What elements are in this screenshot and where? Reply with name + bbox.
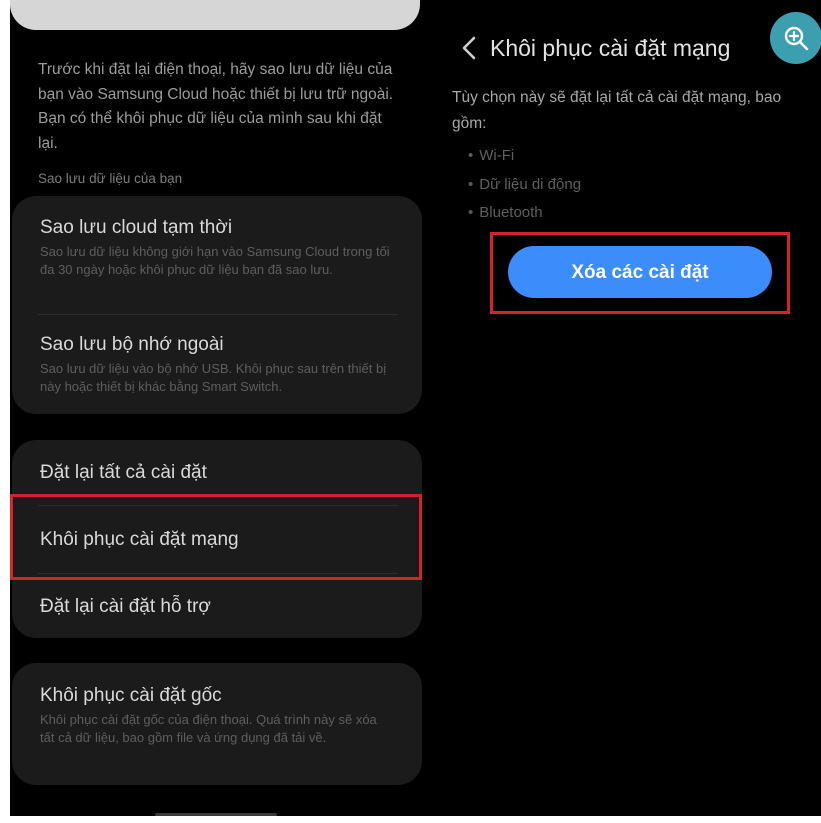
list-item: Bluetooth bbox=[468, 199, 581, 228]
highlight-box-network-reset bbox=[10, 494, 422, 580]
screenshot-frame: Trước khi đặt lại điện thoại, hãy sao lư… bbox=[10, 0, 821, 816]
list-item: Dữ liệu di động bbox=[468, 171, 581, 200]
reset-item-title: Đặt lại cài đặt hỗ trợ bbox=[40, 596, 211, 617]
backup-item-subtitle: Sao lưu dữ liệu vào bộ nhớ USB. Khôi phụ… bbox=[40, 361, 387, 394]
zoom-in-icon bbox=[784, 26, 809, 51]
backup-item-subtitle: Sao lưu dữ liệu không giới hạn vào Samsu… bbox=[40, 244, 390, 277]
reset-item-accessibility-settings[interactable]: Đặt lại cài đặt hỗ trợ bbox=[12, 574, 422, 638]
reset-options-screen: Trước khi đặt lại điện thoại, hãy sao lư… bbox=[10, 0, 424, 816]
divider bbox=[38, 314, 398, 315]
factory-reset-card[interactable]: Khôi phục cài đặt gốc Khôi phục cài đặt … bbox=[12, 663, 422, 785]
reset-description: Tùy chọn này sẽ đặt lại tất cả cài đặt m… bbox=[452, 89, 782, 132]
top-card bbox=[10, 0, 420, 30]
page-title: Khôi phục cài đặt mạng bbox=[490, 35, 731, 61]
factory-reset-subtitle: Khôi phục cài đặt gốc của điện thoại. Qu… bbox=[40, 712, 377, 745]
factory-reset-title: Khôi phục cài đặt gốc bbox=[40, 685, 222, 706]
backup-item-cloud[interactable]: Sao lưu cloud tạm thời Sao lưu dữ liệu k… bbox=[12, 196, 422, 308]
backup-section-label: Sao lưu dữ liệu của bạn bbox=[38, 171, 183, 186]
reset-settings-button[interactable]: Xóa các cài đặt bbox=[508, 246, 772, 298]
backup-intro-text: Trước khi đặt lại điện thoại, hãy sao lư… bbox=[38, 61, 394, 152]
reset-item-title: Đặt lại tất cả cài đặt bbox=[40, 462, 207, 483]
backup-item-external[interactable]: Sao lưu bộ nhớ ngoài Sao lưu dữ liệu vào… bbox=[12, 316, 422, 414]
chevron-left-icon bbox=[462, 36, 476, 60]
backup-card: Sao lưu cloud tạm thời Sao lưu dữ liệu k… bbox=[12, 196, 422, 414]
reset-network-screen: Khôi phục cài đặt mạng Tùy chọn này sẽ đ… bbox=[424, 0, 821, 816]
backup-item-title: Sao lưu cloud tạm thời bbox=[40, 217, 233, 238]
back-button[interactable] bbox=[454, 26, 486, 70]
zoom-button[interactable] bbox=[770, 12, 821, 64]
home-indicator bbox=[155, 813, 277, 816]
reset-items-list: Wi-Fi Dữ liệu di động Bluetooth bbox=[468, 142, 581, 228]
backup-item-title: Sao lưu bộ nhớ ngoài bbox=[40, 334, 224, 355]
list-item: Wi-Fi bbox=[468, 142, 581, 171]
